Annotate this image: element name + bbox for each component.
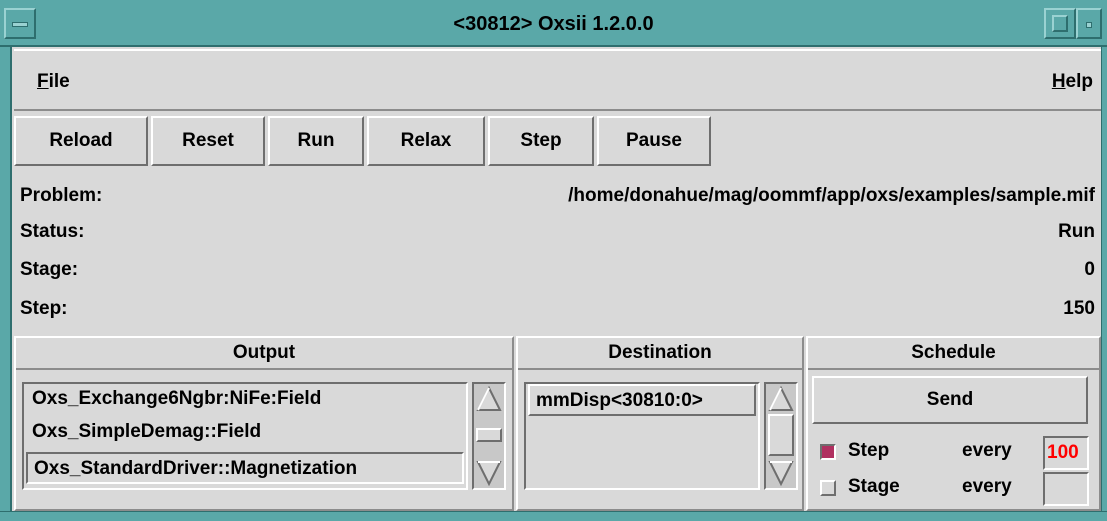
output-list-item-selected[interactable]: Oxs_StandardDriver::Magnetization [26, 452, 464, 484]
menu-bar: File Help [14, 49, 1101, 111]
relax-button[interactable]: Relax [367, 116, 485, 166]
menu-file-mnemonic: F [37, 71, 49, 92]
step-schedule-checkbox[interactable] [820, 444, 836, 460]
destination-scroll-thumb[interactable] [768, 414, 794, 456]
reset-button[interactable]: Reset [151, 116, 265, 166]
window-frame-right[interactable] [1101, 0, 1107, 521]
step-schedule-label: Step [848, 440, 890, 461]
status-label: Status: [20, 221, 85, 242]
output-list[interactable]: Oxs_Exchange6Ngbr:NiFe:Field Oxs_SimpleD… [22, 382, 468, 490]
stage-every-label: every [962, 476, 1012, 497]
schedule-header: Schedule [808, 338, 1099, 370]
window-title: <30812> Oxsii 1.2.0.0 [453, 13, 654, 35]
stage-value: 0 [1084, 259, 1095, 280]
step-label: Step: [20, 298, 68, 319]
destination-scrollbar[interactable] [764, 382, 798, 490]
menu-help-mnemonic: H [1051, 71, 1066, 92]
step-value: 150 [1063, 298, 1095, 319]
menu-file[interactable]: File [37, 71, 70, 93]
oxsii-window: <30812> Oxsii 1.2.0.0 File Help Reload R… [0, 0, 1107, 521]
step-every-label: every [962, 440, 1012, 461]
step-row: Step: 150 [14, 298, 1101, 326]
problem-label: Problem: [20, 185, 103, 206]
problem-value: /home/donahue/mag/oommf/app/oxs/examples… [568, 185, 1095, 206]
schedule-step-row: Step every [808, 436, 1098, 470]
destination-header: Destination [518, 338, 802, 370]
scroll-up-icon[interactable] [476, 386, 502, 412]
output-panel: Output Oxs_Exchange6Ngbr:NiFe:Field Oxs_… [14, 336, 514, 511]
output-header: Output [16, 338, 512, 370]
stage-row: Stage: 0 [14, 259, 1101, 287]
window-frame-bottom[interactable] [0, 511, 1107, 521]
run-button[interactable]: Run [268, 116, 364, 166]
schedule-stage-row: Stage every [808, 472, 1098, 506]
stage-every-input[interactable] [1043, 472, 1089, 506]
stage-schedule-checkbox[interactable] [820, 480, 836, 496]
stage-schedule-label: Stage [848, 476, 900, 497]
maximize-icon [1052, 15, 1068, 32]
window-frame-left[interactable] [0, 0, 12, 521]
minimize-button[interactable] [1076, 8, 1102, 39]
scroll-down-icon[interactable] [768, 460, 794, 486]
reload-button[interactable]: Reload [14, 116, 148, 166]
stage-label: Stage: [20, 259, 79, 280]
menu-help[interactable]: Help [1052, 71, 1093, 93]
destination-panel: Destination mmDisp<30810:0> [516, 336, 804, 511]
send-button[interactable]: Send [812, 376, 1088, 424]
problem-row: Problem: /home/donahue/mag/oommf/app/oxs… [14, 185, 1101, 213]
output-list-item[interactable]: Oxs_Exchange6Ngbr:NiFe:Field [26, 384, 464, 416]
destination-list-item[interactable]: mmDisp<30810:0> [528, 384, 756, 416]
step-button[interactable]: Step [488, 116, 594, 166]
scroll-down-icon[interactable] [476, 460, 502, 486]
pause-button[interactable]: Pause [597, 116, 711, 166]
schedule-panel: Schedule Send Step every Stage every [806, 336, 1101, 511]
output-scrollbar[interactable] [472, 382, 506, 490]
output-list-item[interactable]: Oxs_SimpleDemag::Field [26, 417, 464, 449]
menu-help-label: elp [1065, 71, 1093, 92]
minimize-icon [1086, 22, 1092, 28]
step-every-input[interactable] [1043, 436, 1089, 470]
title-bar[interactable]: <30812> Oxsii 1.2.0.0 [0, 0, 1107, 47]
status-value: Run [1058, 221, 1095, 242]
output-scroll-thumb[interactable] [476, 428, 502, 442]
scroll-up-icon[interactable] [768, 386, 794, 412]
menu-file-label: ile [48, 71, 70, 92]
status-row: Status: Run [14, 221, 1101, 249]
maximize-button[interactable] [1044, 8, 1076, 39]
client-area: File Help Reload Reset Run Relax Step Pa… [14, 49, 1101, 511]
destination-list[interactable]: mmDisp<30810:0> [524, 382, 760, 490]
